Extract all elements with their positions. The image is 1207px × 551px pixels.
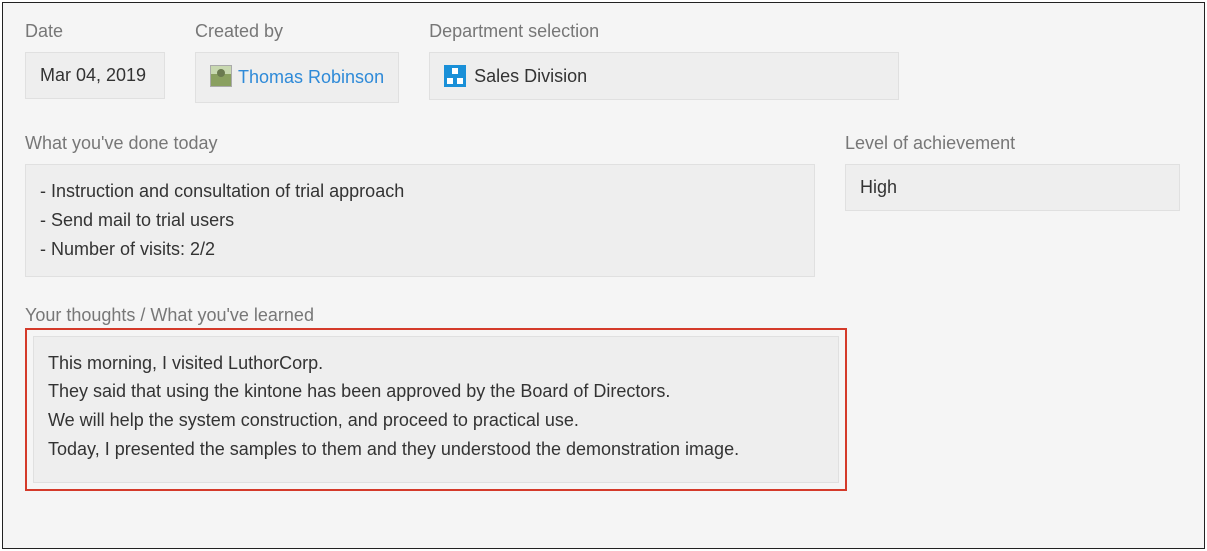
creator-link[interactable]: Thomas Robinson — [238, 65, 384, 90]
date-label: Date — [25, 21, 165, 42]
creator-box: Thomas Robinson — [195, 52, 399, 103]
done-today-label: What you've done today — [25, 133, 815, 154]
created-by-field: Created by Thomas Robinson — [195, 21, 399, 103]
header-row: Date Mar 04, 2019 Created by Thomas Robi… — [25, 21, 1182, 103]
achievement-field: Level of achievement High — [845, 133, 1180, 211]
done-today-field: What you've done today - Instruction and… — [25, 133, 815, 276]
date-value: Mar 04, 2019 — [25, 52, 165, 99]
org-chart-icon — [444, 65, 466, 87]
thoughts-value: This morning, I visited LuthorCorp. They… — [33, 336, 839, 483]
done-today-value: - Instruction and consultation of trial … — [25, 164, 815, 276]
date-field: Date Mar 04, 2019 — [25, 21, 165, 99]
record-detail-panel: Date Mar 04, 2019 Created by Thomas Robi… — [2, 2, 1205, 549]
avatar-icon — [210, 65, 232, 87]
created-by-label: Created by — [195, 21, 399, 42]
department-field: Department selection Sales Division — [429, 21, 899, 100]
highlight-frame: This morning, I visited LuthorCorp. They… — [25, 328, 847, 491]
achievement-label: Level of achievement — [845, 133, 1180, 154]
achievement-value: High — [845, 164, 1180, 211]
middle-row: What you've done today - Instruction and… — [25, 133, 1182, 276]
department-box: Sales Division — [429, 52, 899, 100]
thoughts-field: Your thoughts / What you've learned This… — [25, 305, 1182, 491]
thoughts-label: Your thoughts / What you've learned — [25, 305, 1182, 326]
department-label: Department selection — [429, 21, 899, 42]
department-value: Sales Division — [474, 66, 587, 87]
